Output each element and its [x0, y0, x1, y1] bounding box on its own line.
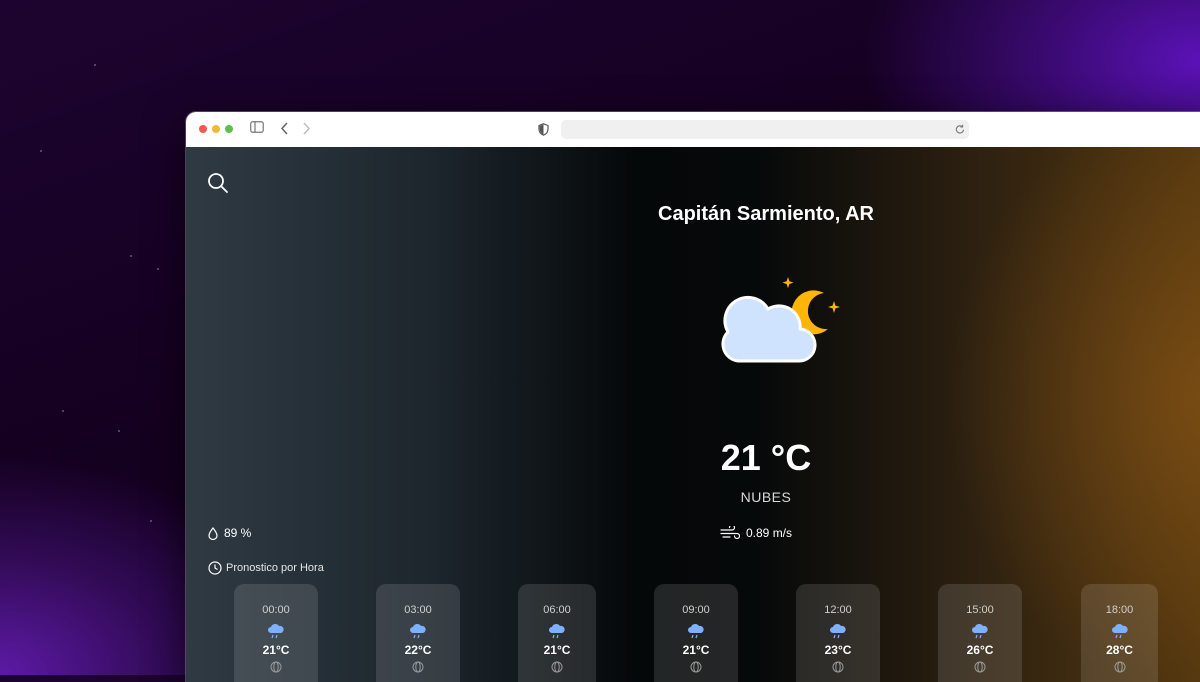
globe-icon — [832, 661, 844, 673]
forecast-time: 18:00 — [1105, 604, 1134, 616]
maximize-window-button[interactable] — [225, 125, 233, 133]
forecast-time: 06:00 — [543, 604, 571, 616]
forecast-time: 03:00 — [404, 604, 432, 616]
forward-arrow-icon[interactable] — [302, 122, 311, 135]
forecast-time: 15:00 — [966, 604, 994, 616]
globe-icon — [690, 661, 702, 673]
hourly-forecast-heading: Pronostico por Hora — [208, 561, 324, 575]
cloud-moon-icon — [721, 277, 840, 363]
cloud-rain-icon — [830, 623, 846, 639]
humidity-indicator: 89 % — [208, 526, 251, 540]
sidebar-toggle-icon[interactable] — [250, 121, 264, 133]
wind-indicator: 0.89 m/s — [720, 526, 792, 540]
forecast-card[interactable]: 06:00 21°C — [518, 584, 596, 682]
forecast-temperature: 23°C — [824, 643, 852, 657]
water-drop-icon — [208, 526, 218, 540]
forecast-card[interactable]: 15:00 26°C — [938, 584, 1022, 682]
cloud-rain-icon — [972, 623, 988, 639]
minimize-window-button[interactable] — [212, 125, 220, 133]
globe-icon — [270, 661, 282, 673]
browser-toolbar — [186, 112, 1200, 148]
cloud-rain-icon — [549, 623, 565, 639]
forecast-temperature: 21°C — [543, 643, 571, 657]
hourly-forecast-title: Pronostico por Hora — [226, 562, 324, 574]
globe-icon — [551, 661, 563, 673]
browser-window: Capitán Sarmiento, AR 21 °C NUBES 89 % 0… — [186, 112, 1200, 682]
forecast-card[interactable]: 12:00 23°C — [796, 584, 880, 682]
privacy-shield-icon[interactable] — [538, 123, 549, 136]
city-name: Capitán Sarmiento, AR — [658, 203, 874, 225]
wind-icon — [720, 526, 740, 540]
forecast-card[interactable]: 00:00 21°C — [234, 584, 318, 682]
forecast-time: 12:00 — [824, 604, 852, 616]
reload-icon[interactable] — [955, 124, 965, 135]
cloud-rain-icon — [1111, 623, 1128, 639]
cloud-rain-icon — [410, 623, 426, 639]
weather-description: NUBES — [740, 489, 792, 505]
forecast-temperature: 22°C — [404, 643, 432, 657]
wind-value: 0.89 m/s — [746, 526, 793, 540]
cloud-rain-icon — [268, 623, 284, 639]
address-bar[interactable] — [561, 120, 969, 139]
cloud-rain-icon — [688, 623, 704, 639]
search-icon[interactable] — [206, 171, 230, 195]
globe-icon — [1114, 661, 1125, 673]
forecast-card[interactable]: 03:00 22°C — [376, 584, 460, 682]
current-temperature: 21 °C — [720, 437, 812, 478]
forecast-time: 09:00 — [682, 604, 710, 616]
forecast-temperature: 28°C — [1106, 643, 1133, 657]
close-window-button[interactable] — [199, 125, 207, 133]
clock-icon — [208, 561, 222, 575]
forecast-temperature: 26°C — [966, 643, 994, 657]
forecast-card[interactable]: 18:00 28°C — [1081, 584, 1158, 682]
forecast-card[interactable]: 09:00 21°C — [654, 584, 738, 682]
forecast-temperature: 21°C — [262, 643, 290, 657]
back-arrow-icon[interactable] — [280, 122, 289, 135]
humidity-value: 89 % — [224, 526, 252, 540]
globe-icon — [974, 661, 986, 673]
forecast-time: 00:00 — [262, 604, 290, 616]
weather-app: Capitán Sarmiento, AR 21 °C NUBES 89 % 0… — [186, 147, 1200, 682]
globe-icon — [412, 661, 424, 673]
forecast-temperature: 21°C — [682, 643, 710, 657]
